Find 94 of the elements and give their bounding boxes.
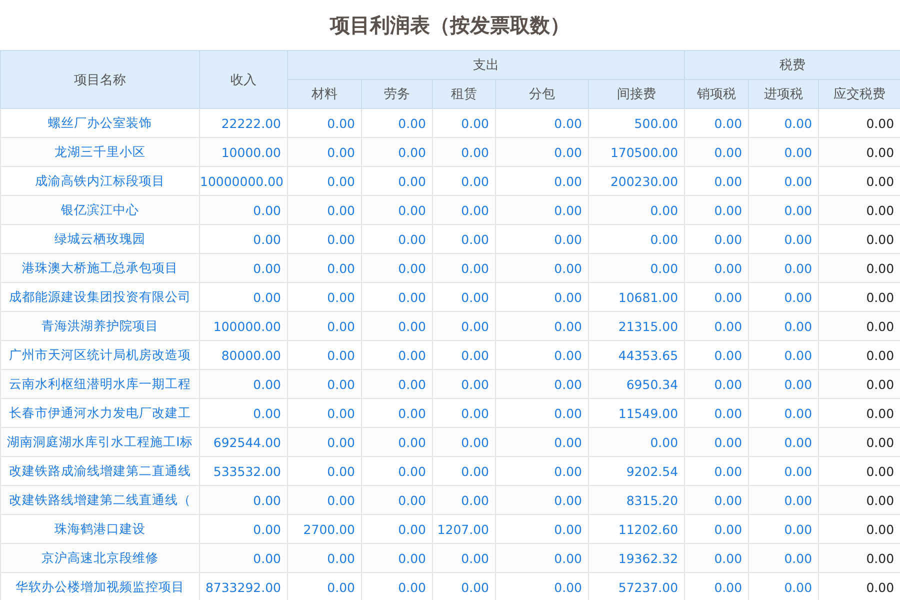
amount-link[interactable]: 0.00 <box>748 544 819 572</box>
amount-link[interactable]: 0.00 <box>200 370 288 398</box>
amount-link[interactable]: 100000.00 <box>200 312 288 340</box>
amount-link[interactable]: 10000.00 <box>200 138 288 166</box>
table-cell: 0.00 <box>818 254 900 282</box>
amount-link[interactable]: 0.00 <box>362 428 432 456</box>
table-cell: 0.00 <box>818 370 900 398</box>
column-header: 租赁 <box>432 80 496 108</box>
amount-link[interactable]: 0.00 <box>748 486 819 514</box>
amount-link[interactable]: 0.00 <box>288 312 362 340</box>
amount-link[interactable]: 19362.32 <box>588 544 685 572</box>
report-title: 项目利润表（按发票取数） <box>330 12 570 38</box>
amount-link[interactable]: 0.00 <box>432 196 496 224</box>
project-link[interactable]: 龙湖三千里小区 <box>0 138 200 166</box>
project-link[interactable]: 云南水利枢纽潜明水库一期工程 <box>0 370 200 398</box>
amount-link[interactable]: 692544.00 <box>200 428 288 456</box>
amount-link[interactable]: 170500.00 <box>588 138 685 166</box>
amount-link[interactable]: 0.00 <box>588 196 685 224</box>
amount-link[interactable]: 0.00 <box>432 486 496 514</box>
column-header: 间接费 <box>588 80 685 108</box>
amount-link[interactable]: 0.00 <box>432 544 496 572</box>
amount-link[interactable]: 0.00 <box>684 254 749 282</box>
amount-link[interactable]: 0.00 <box>748 254 819 282</box>
amount-link[interactable]: 0.00 <box>288 138 362 166</box>
amount-link[interactable]: 0.00 <box>496 138 588 166</box>
amount-link[interactable]: 0.00 <box>200 486 288 514</box>
amount-link[interactable]: 0.00 <box>200 196 288 224</box>
amount-link[interactable]: 0.00 <box>684 428 749 456</box>
amount-link[interactable]: 0.00 <box>288 196 362 224</box>
project-link[interactable]: 湖南洞庭湖水库引水工程施工I标 <box>0 428 200 456</box>
amount-link[interactable]: 0.00 <box>362 312 432 340</box>
amount-link[interactable]: 0.00 <box>200 544 288 572</box>
table-cell: 0.00 <box>818 312 900 340</box>
table-cell: 0.00 <box>818 486 900 514</box>
column-header: 劳务 <box>362 80 432 108</box>
amount-link[interactable]: 6950.34 <box>588 370 685 398</box>
table-cell: 0.00 <box>818 428 900 456</box>
amount-link[interactable]: 0.00 <box>432 428 496 456</box>
project-link[interactable]: 银亿滨江中心 <box>0 196 200 224</box>
amount-link[interactable]: 0.00 <box>496 486 588 514</box>
amount-link[interactable]: 0.00 <box>684 138 749 166</box>
amount-link[interactable]: 0.00 <box>432 254 496 282</box>
amount-link[interactable]: 0.00 <box>496 312 588 340</box>
amount-link[interactable]: 0.00 <box>496 196 588 224</box>
column-header: 进项税 <box>748 80 819 108</box>
project-link[interactable]: 华软办公楼增加视频监控项目 <box>0 572 200 600</box>
table-cell: 0.00 <box>818 196 900 224</box>
amount-link[interactable]: 0.00 <box>496 254 588 282</box>
amount-link[interactable]: 0.00 <box>496 428 588 456</box>
table-cell: 0.00 <box>818 138 900 166</box>
column-header: 支出 <box>288 50 685 80</box>
amount-link[interactable]: 0.00 <box>362 544 432 572</box>
project-link[interactable]: 改建铁路线增建第二线直通线（ <box>0 486 200 514</box>
amount-link[interactable]: 0.00 <box>362 196 432 224</box>
amount-link[interactable]: 0.00 <box>362 370 432 398</box>
amount-link[interactable]: 0.00 <box>200 254 288 282</box>
amount-link[interactable]: 0.00 <box>684 486 749 514</box>
amount-link[interactable]: 0.00 <box>684 370 749 398</box>
project-link[interactable]: 京沪高速北京段维修 <box>0 544 200 572</box>
amount-link[interactable]: 0.00 <box>748 196 819 224</box>
amount-link[interactable]: 0.00 <box>684 312 749 340</box>
amount-link[interactable]: 0.00 <box>432 138 496 166</box>
amount-link[interactable]: 0.00 <box>362 254 432 282</box>
project-link[interactable]: 青海洪湖养护院项目 <box>0 312 200 340</box>
amount-link[interactable]: 0.00 <box>748 370 819 398</box>
amount-link[interactable]: 0.00 <box>748 138 819 166</box>
amount-link[interactable]: 0.00 <box>496 544 588 572</box>
amount-link[interactable]: 0.00 <box>362 138 432 166</box>
amount-link[interactable]: 0.00 <box>748 428 819 456</box>
amount-link[interactable]: 0.00 <box>362 486 432 514</box>
amount-link[interactable]: 8315.20 <box>588 486 685 514</box>
amount-link[interactable]: 0.00 <box>288 254 362 282</box>
column-header: 税费 <box>684 50 900 80</box>
amount-link[interactable]: 0.00 <box>684 544 749 572</box>
column-header: 材料 <box>288 80 362 108</box>
amount-link[interactable]: 0.00 <box>288 428 362 456</box>
column-header: 收入 <box>200 50 288 108</box>
column-header: 分包 <box>496 80 588 108</box>
amount-link[interactable]: 0.00 <box>684 196 749 224</box>
amount-link[interactable]: 0.00 <box>432 370 496 398</box>
amount-link[interactable]: 0.00 <box>496 370 588 398</box>
column-header: 销项税 <box>684 80 749 108</box>
column-header: 项目名称 <box>0 50 200 108</box>
amount-link[interactable]: 0.00 <box>588 428 685 456</box>
table-cell: 0.00 <box>818 544 900 572</box>
amount-link[interactable]: 0.00 <box>432 312 496 340</box>
project-link[interactable]: 港珠澳大桥施工总承包项目 <box>0 254 200 282</box>
amount-link[interactable]: 0.00 <box>748 312 819 340</box>
amount-link[interactable]: 0.00 <box>588 254 685 282</box>
amount-link[interactable]: 0.00 <box>288 370 362 398</box>
amount-link[interactable]: 21315.00 <box>588 312 685 340</box>
column-header: 应交税费 <box>818 80 900 108</box>
amount-link[interactable]: 0.00 <box>288 544 362 572</box>
amount-link[interactable]: 0.00 <box>288 486 362 514</box>
